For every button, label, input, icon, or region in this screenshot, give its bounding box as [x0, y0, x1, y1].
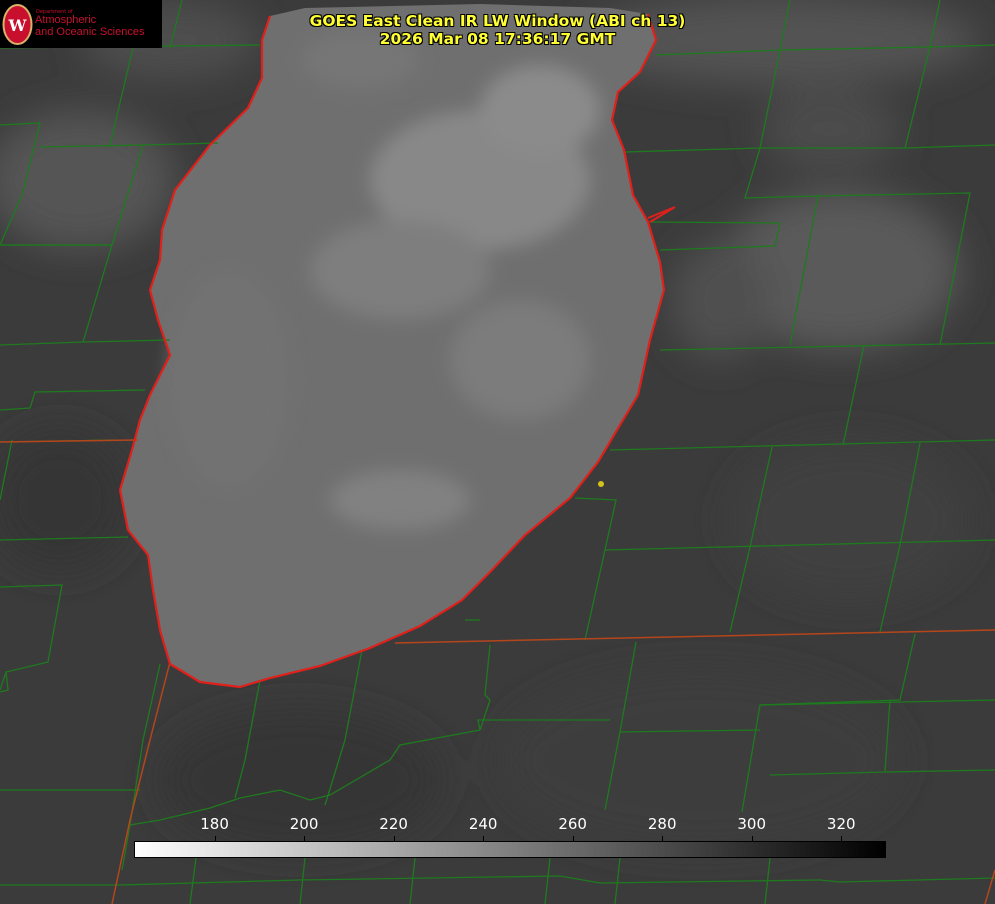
colorbar-tick-label: 300 — [737, 815, 767, 833]
colorbar-tick-label: 220 — [379, 815, 408, 833]
logo-line-1: Atmospheric — [35, 14, 97, 26]
colorbar-tick-label: 180 — [200, 815, 229, 833]
uw-aos-logo: W Department of Atmospheric and Oceanic … — [0, 0, 162, 48]
satellite-ir-map — [0, 0, 995, 904]
colorbar-tick-label: 240 — [468, 815, 498, 833]
colorbar-tick-label: 200 — [289, 815, 319, 833]
temperature-colorbar — [134, 841, 886, 858]
svg-text:W: W — [8, 16, 28, 35]
station-marker — [598, 481, 604, 487]
colorbar-tick-label: 280 — [647, 815, 677, 833]
colorbar-tick-label: 260 — [558, 815, 587, 833]
image-timestamp: 2026 Mar 08 17:36:17 GMT — [379, 30, 616, 48]
uw-crest-icon: W — [2, 4, 33, 45]
colorbar-tick-label: 320 — [826, 815, 856, 833]
image-title: GOES East Clean IR LW Window (ABI ch 13) — [309, 12, 686, 30]
logo-line-2: and Oceanic Sciences — [35, 26, 145, 38]
